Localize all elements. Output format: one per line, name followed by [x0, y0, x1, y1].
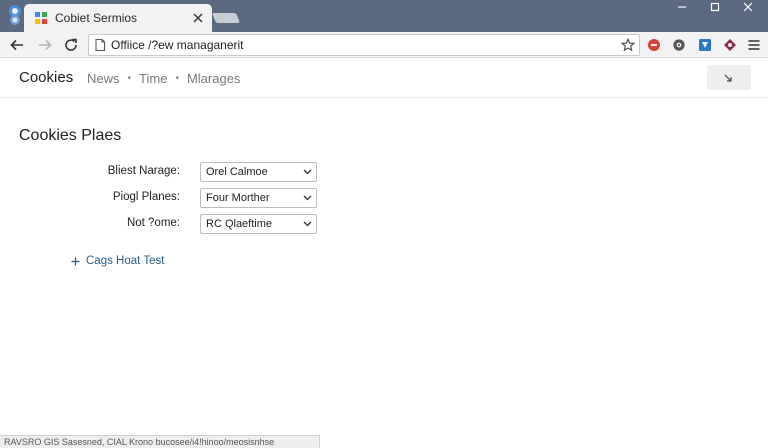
- header-action-button[interactable]: [707, 65, 751, 90]
- nav-separator: •: [127, 73, 132, 84]
- page-title: Cookies: [19, 69, 74, 86]
- extension-red-icon[interactable]: [645, 36, 663, 54]
- extension-blue-icon[interactable]: [696, 36, 714, 54]
- header-nav: News • Time • Mlarages: [87, 71, 240, 86]
- bookmark-star-icon[interactable]: [617, 35, 639, 55]
- nav-separator: •: [175, 73, 179, 84]
- dropdown-value: Orel Calmoe: [206, 166, 268, 178]
- minimize-icon[interactable]: [666, 0, 698, 14]
- collapse-arrow-icon: [724, 74, 732, 82]
- status-bar: RAVSRO GIS Sasesned, CIAL Krono bucosee/…: [0, 435, 320, 448]
- new-tab-button[interactable]: [211, 13, 241, 23]
- chevron-down-icon: [300, 217, 314, 231]
- page-header: Cookies News • Time • Mlarages: [0, 58, 768, 98]
- section-title: Cookies Plaes: [19, 127, 122, 144]
- window-close-icon[interactable]: [732, 0, 764, 14]
- extension-maroon-icon[interactable]: [721, 36, 739, 54]
- row-label: Piogl Planes:: [112, 191, 180, 203]
- active-tab[interactable]: Cobiet Sermios: [24, 4, 212, 32]
- form-row: Piogl Planes: Four Morther: [0, 188, 768, 208]
- back-arrow-icon[interactable]: [6, 35, 28, 55]
- address-bar[interactable]: Offiice /?ew managanerit: [88, 34, 640, 56]
- reload-icon[interactable]: [60, 35, 82, 55]
- dropdown-select[interactable]: Orel Calmoe: [200, 162, 317, 182]
- row-label: Not ?ome:: [126, 217, 180, 229]
- form-row: Bliest Narage: Orel Calmoe: [0, 162, 768, 182]
- address-input[interactable]: Offiice /?ew managanerit: [111, 38, 617, 52]
- plus-icon: [69, 255, 81, 267]
- dropdown-select[interactable]: Four Morther: [200, 188, 317, 208]
- dropdown-value: RC Qlaeftime: [206, 218, 273, 230]
- hamburger-menu-icon[interactable]: [745, 36, 763, 54]
- add-test-link[interactable]: Cags Hoat Test: [69, 255, 164, 267]
- nav-link-news[interactable]: News: [87, 71, 120, 86]
- browser-app-icon[interactable]: [6, 4, 24, 26]
- page-info-icon[interactable]: [93, 38, 107, 52]
- chevron-down-icon: [300, 191, 314, 205]
- dropdown-value: Four Morther: [206, 192, 270, 204]
- chevron-down-icon: [300, 165, 314, 179]
- tab-title: Cobiet Sermios: [55, 11, 138, 25]
- extension-gear-icon[interactable]: [670, 36, 688, 54]
- form-row: Not ?ome: RC Qlaeftime: [0, 214, 768, 234]
- dropdown-select[interactable]: RC Qlaeftime: [200, 214, 317, 234]
- nav-link-manages[interactable]: Mlarages: [187, 71, 240, 86]
- row-label: Bliest Narage:: [107, 165, 180, 177]
- close-tab-icon[interactable]: [188, 8, 208, 28]
- tab-strip: Cobiet Sermios: [0, 0, 768, 32]
- nav-link-time[interactable]: Time: [139, 71, 167, 86]
- add-link-label: Cags Hoat Test: [86, 255, 165, 267]
- puzzle-favicon-icon: [34, 11, 48, 25]
- maximize-icon[interactable]: [699, 0, 731, 14]
- browser-toolbar: Offiice /?ew managanerit: [0, 32, 768, 58]
- forward-arrow-icon[interactable]: [34, 35, 56, 55]
